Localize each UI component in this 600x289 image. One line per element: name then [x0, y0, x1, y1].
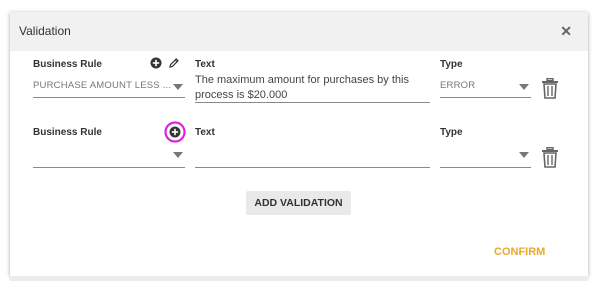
- text-label: Text: [195, 59, 215, 70]
- text-field-underline: [195, 167, 430, 168]
- type-select[interactable]: [440, 167, 531, 168]
- business-rule-label: Business Rule: [33, 59, 102, 70]
- text-field-underline: [195, 102, 430, 103]
- add-validation-button[interactable]: ADD VALIDATION: [246, 191, 351, 215]
- business-rule-label: Business Rule: [33, 127, 102, 138]
- chevron-down-icon[interactable]: [519, 152, 529, 158]
- chevron-down-icon[interactable]: [173, 84, 183, 90]
- business-rule-select[interactable]: [33, 97, 185, 98]
- text-label: Text: [195, 127, 215, 138]
- close-icon[interactable]: ✕: [560, 22, 572, 40]
- pencil-icon[interactable]: [168, 57, 180, 69]
- chevron-down-icon[interactable]: [173, 152, 183, 158]
- confirm-button[interactable]: CONFIRM: [494, 246, 545, 258]
- trash-icon[interactable]: [541, 78, 559, 99]
- business-rule-select[interactable]: [33, 167, 185, 168]
- dialog-title: Validation: [19, 24, 71, 38]
- dialog-header: Validation ✕: [10, 12, 588, 51]
- trash-icon[interactable]: [541, 147, 559, 168]
- dialog-bottom-edge: [10, 276, 588, 281]
- type-select-value[interactable]: ERROR: [440, 80, 475, 91]
- text-field[interactable]: The maximum amount for purchases by this…: [195, 73, 430, 103]
- chevron-down-icon[interactable]: [519, 84, 529, 90]
- plus-circle-icon[interactable]: [150, 57, 162, 69]
- type-label: Type: [440, 127, 463, 138]
- validation-dialog: Validation ✕ Business Rule PURCHASE AMOU…: [10, 12, 588, 276]
- plus-circle-icon-highlighted[interactable]: [164, 121, 186, 143]
- type-label: Type: [440, 59, 463, 70]
- type-select[interactable]: [440, 97, 531, 98]
- business-rule-select-value[interactable]: PURCHASE AMOUNT LESS ...: [33, 80, 171, 91]
